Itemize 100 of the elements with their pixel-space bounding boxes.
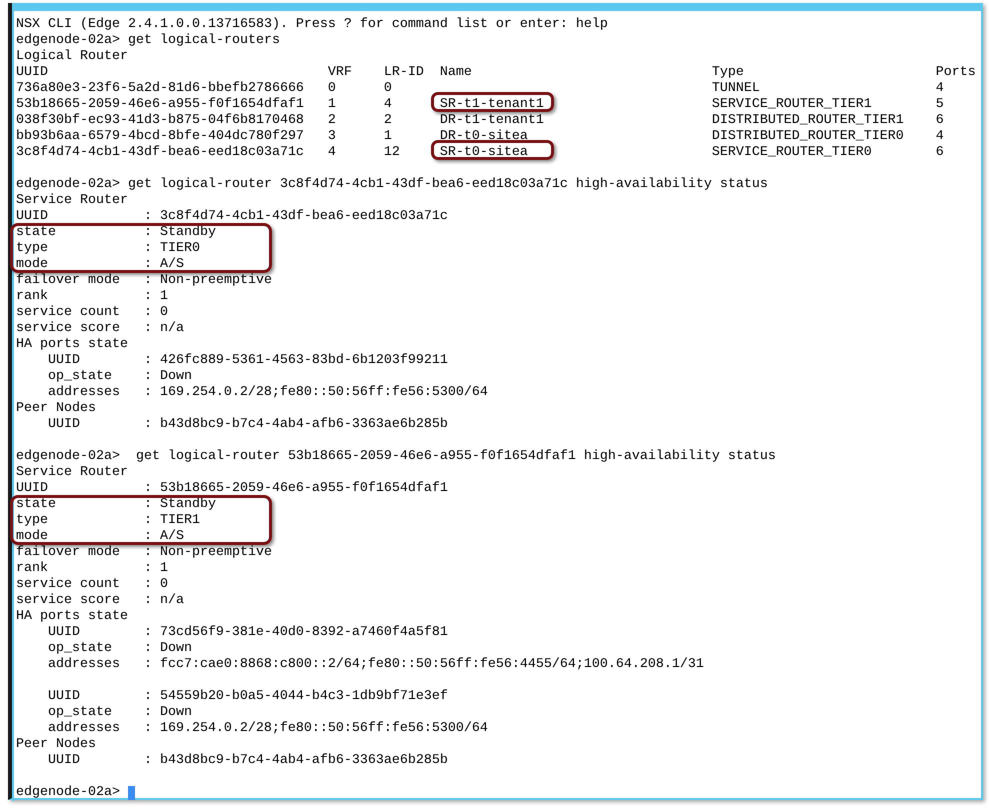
table-cell: 0 (384, 81, 392, 96)
field-label: UUID (48, 417, 81, 433)
field-label: service count (16, 577, 121, 593)
table-cell: TUNNEL (712, 81, 760, 96)
field-value: : TIER1 (144, 513, 200, 529)
table-cell: 038f30bf-ec93-41d3-b875-04f6b8170468 (16, 113, 304, 128)
table-cell: 5 (936, 97, 944, 112)
field-label: state (16, 225, 57, 241)
field-value: : Non-preemptive (144, 273, 272, 289)
text-cursor (128, 786, 135, 800)
table-cell: 6 (936, 145, 944, 160)
output-text: Logical Router (16, 49, 128, 65)
field-label: UUID (48, 689, 81, 705)
field-value: : n/a (144, 593, 184, 609)
field-value: : 3c8f4d74-4cb1-43df-bea6-eed18c03a71c (144, 209, 448, 225)
column-header: Type (712, 65, 745, 81)
table-cell: 2 (328, 113, 336, 128)
table-cell: 6 (936, 113, 944, 128)
command-prompt: edgenode-02a> (16, 785, 120, 801)
field-value: : Down (144, 369, 192, 385)
field-value: : TIER0 (144, 241, 200, 257)
column-header: UUID (16, 65, 49, 81)
command-line: edgenode-02a> get logical-routers (16, 33, 280, 49)
field-label: service count (16, 305, 121, 321)
column-header: VRF (328, 65, 353, 81)
table-cell: DISTRIBUTED_ROUTER_TIER0 (712, 129, 904, 144)
field-value: : 426fc889-5361-4563-83bd-6b1203f99211 (144, 353, 448, 369)
field-label: addresses (48, 721, 121, 737)
table-cell: 12 (384, 145, 400, 160)
table-cell: 1 (328, 97, 336, 112)
table-cell: 3 (328, 129, 336, 144)
output-text: Service Router (16, 465, 128, 481)
field-label: type (16, 513, 49, 529)
field-value: : 73cd56f9-381e-40d0-8392-a7460f4a5f81 (144, 625, 448, 641)
field-value: : A/S (144, 529, 184, 545)
field-label: service score (16, 593, 121, 609)
field-value: : 53b18665-2059-46e6-a955-f0f1654dfaf1 (144, 481, 448, 497)
field-label: failover mode (16, 273, 121, 289)
field-value: : n/a (144, 321, 184, 337)
field-value: : 0 (144, 305, 168, 321)
field-value: : 54559b20-b0a5-4044-b4c3-1db9bf71e3ef (144, 689, 448, 705)
field-label: op_state (48, 369, 113, 385)
table-cell: 53b18665-2059-46e6-a955-f0f1654dfaf1 (16, 97, 304, 112)
field-label: rank (16, 289, 49, 305)
column-header: LR-ID (384, 65, 425, 81)
command-line: edgenode-02a> get logical-router 3c8f4d74-4cb1-43df-bea6-eed18c03a71c high-availability status (16, 177, 768, 193)
table-cell: 0 (328, 81, 336, 96)
field-value: : b43d8bc9-b7c4-4ab4-afb6-3363ae6b285b (144, 753, 448, 769)
field-value: : Standby (144, 225, 216, 241)
field-label: type (16, 241, 49, 257)
output-text: Peer Nodes (16, 737, 96, 753)
field-value: : 169.254.0.2/28;fe80::50:56ff:fe56:5300/64 (144, 721, 488, 737)
table-cell: 4 (328, 145, 336, 160)
table-cell: 4 (384, 97, 392, 112)
column-header: Ports (936, 65, 977, 81)
table-cell: 3c8f4d74-4cb1-43df-bea6-eed18c03a71c (16, 145, 304, 160)
field-value: : Standby (144, 497, 216, 513)
table-cell: SR-t1-tenant1 (440, 97, 544, 112)
field-label: UUID (16, 209, 49, 225)
field-label: failover mode (16, 545, 121, 561)
table-cell: DISTRIBUTED_ROUTER_TIER1 (712, 113, 904, 128)
field-label: op_state (48, 641, 113, 657)
field-value: : Non-preemptive (144, 545, 272, 561)
table-cell: SERVICE_ROUTER_TIER0 (712, 145, 872, 160)
output-text: HA ports state (16, 609, 128, 625)
field-value: : b43d8bc9-b7c4-4ab4-afb6-3363ae6b285b (144, 417, 448, 433)
field-label: op_state (48, 705, 113, 721)
field-label: addresses (48, 385, 121, 401)
field-label: UUID (16, 481, 49, 497)
field-value: : Down (144, 705, 192, 721)
table-cell: 2 (384, 113, 392, 128)
field-value: : 1 (144, 289, 168, 305)
output-text: HA ports state (16, 337, 128, 353)
table-cell: DR-t0-sitea (440, 129, 528, 144)
table-cell: 1 (384, 129, 392, 144)
command-line: edgenode-02a> get logical-router 53b18665-2059-46e6-a955-f0f1654dfaf1 high-availability status (16, 449, 776, 465)
table-cell: 4 (936, 129, 944, 144)
field-value: : 169.254.0.2/28;fe80::50:56ff:fe56:5300/64 (144, 385, 488, 401)
output-text: NSX CLI (Edge 2.4.1.0.0.13716583). Press ? for command list or enter: help (16, 17, 608, 33)
output-text: Service Router (16, 193, 128, 209)
field-label: addresses (48, 657, 121, 673)
field-label: UUID (48, 625, 81, 641)
field-label: state (16, 497, 57, 513)
table-cell: bb93b6aa-6579-4bcd-8bfe-404dc780f297 (16, 129, 304, 144)
field-label: rank (16, 561, 49, 577)
table-cell: DR-t1-tenant1 (440, 113, 544, 128)
table-cell: SR-t0-sitea (440, 145, 528, 160)
field-value: : 1 (144, 561, 168, 577)
field-label: mode (16, 257, 49, 273)
table-cell: SERVICE_ROUTER_TIER1 (712, 97, 872, 112)
field-label: mode (16, 529, 49, 545)
field-label: UUID (48, 353, 81, 369)
field-label: UUID (48, 753, 81, 769)
table-cell: 736a80e3-23f6-5a2d-81d6-bbefb2786666 (16, 81, 304, 96)
field-value: : fcc7:cae0:8868:c800::2/64;fe80::50:56ff:fe56:4455/64;100.64.208.1/31 (144, 657, 704, 673)
table-cell: 4 (936, 81, 944, 96)
field-value: : 0 (144, 577, 168, 593)
field-label: service score (16, 321, 121, 337)
column-header: Name (440, 65, 473, 81)
field-value: : Down (144, 641, 192, 657)
